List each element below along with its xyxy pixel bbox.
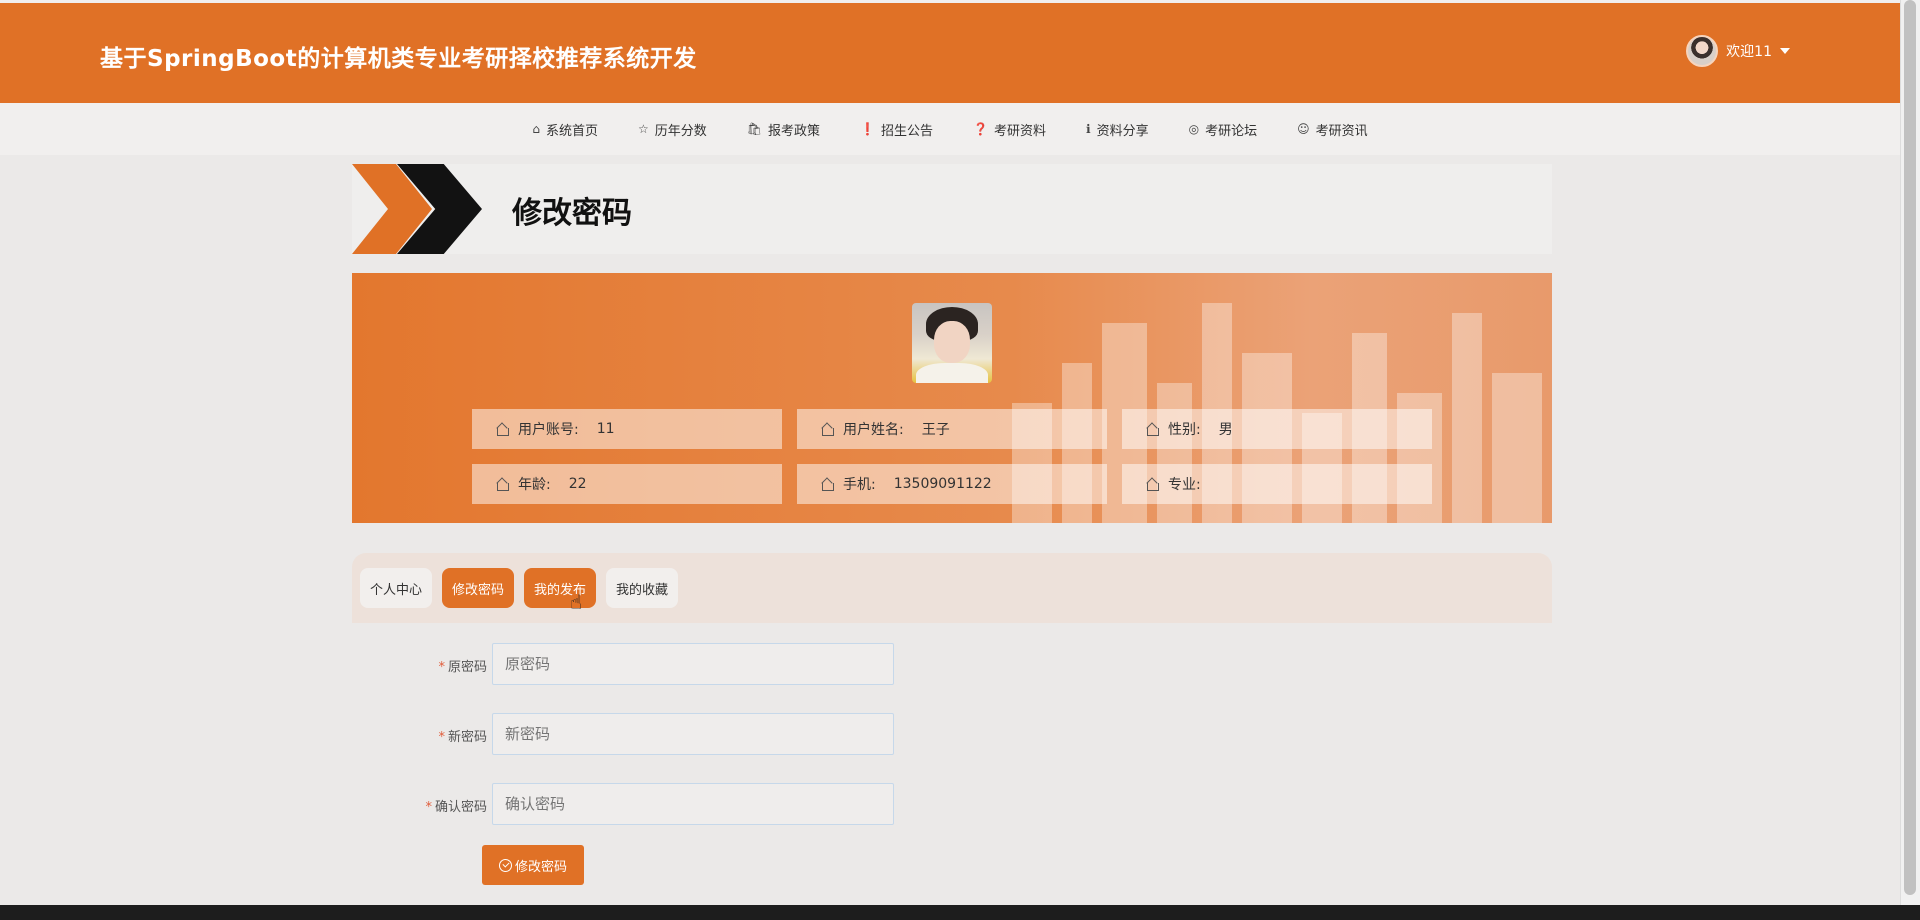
info-name: 用户姓名: 王子 xyxy=(797,409,1107,449)
new-password-label: * 新密码 xyxy=(438,726,487,745)
home-icon xyxy=(821,478,834,491)
nav-item-forum[interactable]: ◎ 考研论坛 xyxy=(1169,103,1278,155)
nav-item-share[interactable]: ℹ 资料分享 xyxy=(1066,103,1169,155)
info-gender: 性别: 男 xyxy=(1122,409,1432,449)
nav-item-materials[interactable]: ❓ 考研资料 xyxy=(953,103,1066,155)
welcome-text[interactable]: 欢迎11 xyxy=(1726,41,1772,61)
password-form: *原密码 *新密码 *确认密码 修改密码 xyxy=(352,623,1552,893)
confirm-password-label: * 确认密码 xyxy=(425,796,487,815)
old-password-row: * 原密码 xyxy=(352,643,912,687)
star-icon: ☆ xyxy=(638,122,649,136)
nav-item-scores[interactable]: ☆ 历年分数 xyxy=(618,103,727,155)
main-nav: ⌂ 系统首页 ☆ 历年分数 🛍 报考政策 ❗ 招生公告 ❓ 考研资料 ℹ 资料分… xyxy=(0,103,1900,155)
info-label: 专业: xyxy=(1168,477,1201,493)
nav-item-label: 系统首页 xyxy=(546,123,599,139)
confirm-password-input[interactable] xyxy=(492,783,894,825)
user-menu[interactable]: 欢迎11 xyxy=(1686,35,1790,67)
info-label: 用户姓名: xyxy=(843,422,904,438)
submit-button-label: 修改密码 xyxy=(514,859,567,875)
info-major: 专业: xyxy=(1122,464,1432,504)
scrollbar-thumb[interactable] xyxy=(1904,0,1916,895)
profile-tabs: 个人中心 修改密码 我的发布 我的收藏 xyxy=(352,553,1552,623)
nav-item-home[interactable]: ⌂ 系统首页 xyxy=(512,103,618,155)
tab-change-password[interactable]: 修改密码 xyxy=(442,568,515,608)
new-password-input[interactable] xyxy=(492,713,894,755)
nav-item-announcement[interactable]: ❗ 招生公告 xyxy=(840,103,953,155)
smile-icon: ☺ xyxy=(1297,122,1310,136)
nav-item-label: 历年分数 xyxy=(654,123,707,139)
info-label: 用户账号: xyxy=(518,422,579,438)
nav-item-news[interactable]: ☺ 考研资讯 xyxy=(1277,103,1388,155)
tab-my-favorites[interactable]: 我的收藏 xyxy=(606,568,679,608)
info-value: 王子 xyxy=(921,422,950,438)
info-value: 13509091122 xyxy=(893,476,992,492)
submit-change-password-button[interactable]: 修改密码 xyxy=(482,845,584,885)
nav-item-label: 考研资讯 xyxy=(1315,123,1368,139)
confirm-password-label-text: 确认密码 xyxy=(434,800,487,815)
nav-item-label: 报考政策 xyxy=(768,123,821,139)
tab-my-posts[interactable]: 我的发布 xyxy=(524,568,597,608)
nav-item-label: 考研资料 xyxy=(993,123,1046,139)
alert-icon: ❗ xyxy=(860,122,876,136)
info-account: 用户账号: 11 xyxy=(472,409,782,449)
bag-icon: 🛍 xyxy=(746,122,763,136)
info-label: 年龄: xyxy=(518,477,551,493)
question-icon: ❓ xyxy=(973,122,988,136)
required-mark: * xyxy=(438,730,445,745)
profile-avatar xyxy=(912,303,992,383)
hand-pointer-icon: ☝ xyxy=(570,590,583,614)
site-title: 基于SpringBoot的计算机类专业考研择校推荐系统开发 xyxy=(100,46,697,72)
required-mark: * xyxy=(438,660,445,675)
info-phone: 手机: 13509091122 xyxy=(797,464,1107,504)
user-avatar[interactable] xyxy=(1686,35,1719,67)
info-label: 手机: xyxy=(843,477,876,493)
profile-banner: 用户账号: 11 用户姓名: 王子 性别: 男 年龄: 22 手机: 13509… xyxy=(352,273,1552,523)
nav-item-label: 考研论坛 xyxy=(1205,123,1258,139)
home-icon xyxy=(496,423,509,436)
tab-personal-center[interactable]: 个人中心 xyxy=(360,568,433,608)
old-password-label-text: 原密码 xyxy=(447,660,487,675)
nav-item-policy[interactable]: 🛍 报考政策 xyxy=(727,103,840,155)
home-icon: ⌂ xyxy=(532,122,541,136)
nav-item-label: 资料分享 xyxy=(1096,123,1149,139)
new-password-label-text: 新密码 xyxy=(447,730,487,745)
nav-item-label: 招生公告 xyxy=(881,123,934,139)
info-age: 年龄: 22 xyxy=(472,464,782,504)
page-title-box: 修改密码 xyxy=(352,164,1552,254)
confirm-password-row: * 确认密码 xyxy=(352,783,912,827)
old-password-input[interactable] xyxy=(492,643,894,685)
caret-down-icon[interactable] xyxy=(1780,48,1790,54)
page-title: 修改密码 xyxy=(512,196,632,231)
info-value: 男 xyxy=(1218,422,1233,438)
info-value: 22 xyxy=(568,476,587,492)
info-value: 11 xyxy=(596,421,615,437)
home-icon xyxy=(821,423,834,436)
required-mark: * xyxy=(425,800,432,815)
check-circle-icon xyxy=(498,858,512,872)
vertical-scrollbar[interactable] xyxy=(1900,0,1920,905)
home-icon xyxy=(1146,423,1159,436)
home-icon xyxy=(1146,478,1159,491)
info-icon: ℹ xyxy=(1086,122,1091,136)
home-icon xyxy=(496,478,509,491)
old-password-label: * 原密码 xyxy=(438,656,487,675)
top-header: 基于SpringBoot的计算机类专业考研择校推荐系统开发 欢迎11 xyxy=(0,0,1900,103)
footer-bar xyxy=(0,905,1920,920)
info-label: 性别: xyxy=(1168,422,1201,438)
globe-icon: ◎ xyxy=(1188,122,1200,136)
new-password-row: * 新密码 xyxy=(352,713,912,757)
